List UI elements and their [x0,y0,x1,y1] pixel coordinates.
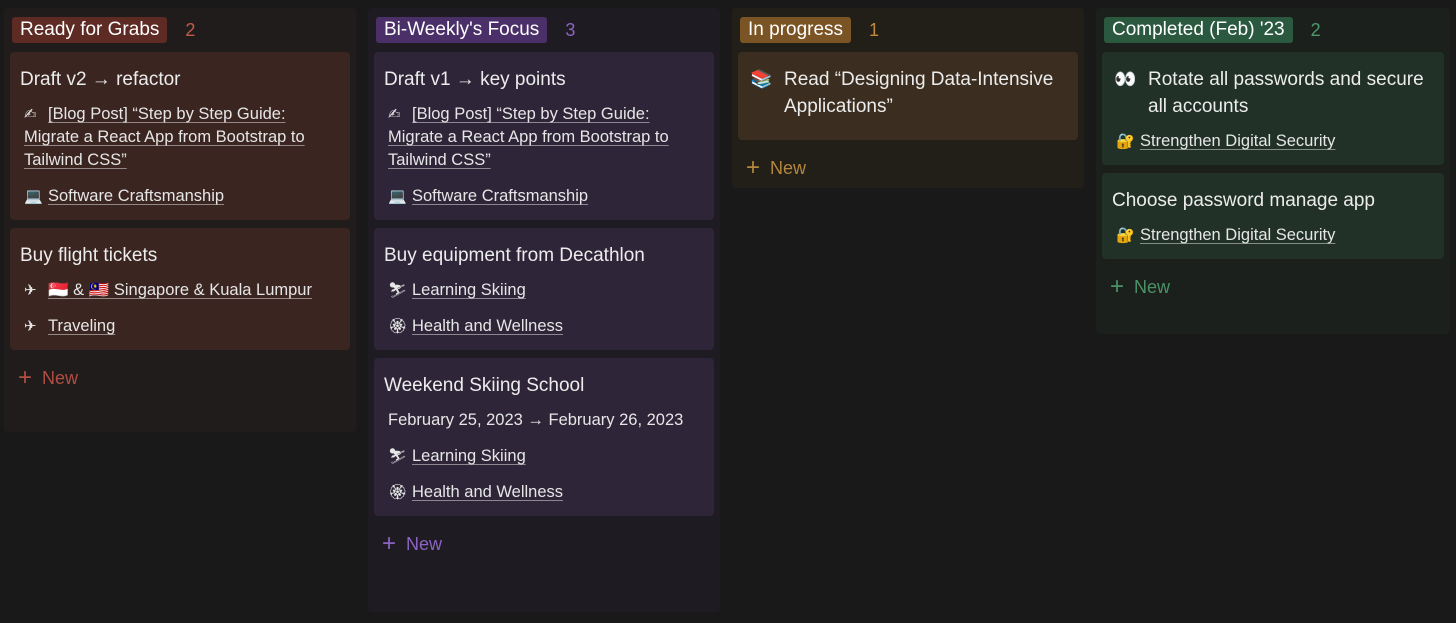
writing-hand-icon: ✍ [24,105,37,123]
card-relation[interactable]: ⛷ Learning Skiing [388,445,704,468]
relation-label: Strengthen Digital Security [1140,132,1336,150]
plus-icon: + [1110,273,1125,300]
new-label: New [406,533,443,554]
card-relation[interactable]: ✈ 🇸🇬 & 🇲🇾 Singapore & Kuala Lumpur [24,279,340,302]
card-relation[interactable]: ✍ [Blog Post] “Step by Step Guide: Migrat… [24,103,340,172]
column-in-progress: In progress 1 📚 Read “Designing Data-Int… [732,8,1084,188]
card-title: Draft v2 → refactor [20,69,181,90]
airplane-icon: ✈ [24,317,37,335]
relation-label: Health and Wellness [412,483,564,501]
card-weekend-skiing-school[interactable]: Weekend Skiing School February 25, 2023 … [374,358,714,516]
card-title: Weekend Skiing School [384,375,585,396]
relation-label: 🇸🇬 & 🇲🇾 Singapore & Kuala Lumpur [48,281,312,299]
kanban-board: Ready for Grabs 2 Draft v2 → refactor ✍[… [0,0,1456,623]
column-count: 2 [1310,19,1321,40]
card-relation[interactable]: 💻 Software Craftsmanship [24,185,340,208]
plus-icon: + [18,364,33,391]
relation-label: Health and Wellness [412,317,564,335]
card-buy-equipment[interactable]: Buy equipment from Decathlon ⛷ Learning S… [374,228,714,350]
card-buy-flight-tickets[interactable]: Buy flight tickets ✈ 🇸🇬 & 🇲🇾 Singapore & … [10,228,350,350]
new-label: New [42,367,79,388]
column-header: Bi-Weekly's Focus 3 [374,8,714,52]
card-relation[interactable]: ✍ [Blog Post] “Step by Step Guide: Migrat… [388,103,704,172]
plus-icon: + [746,154,761,181]
relation-label: Traveling [48,317,116,335]
column-status-tag[interactable]: Completed (Feb) '23 [1104,17,1293,43]
relation-label: [Blog Post] “Step by Step Guide: Migrate… [388,105,669,169]
writing-hand-icon: ✍ [388,105,401,123]
relation-label: Learning Skiing [412,281,526,299]
rosette-icon: 🏵 [388,483,408,501]
card-title: Buy equipment from Decathlon [384,245,645,266]
column-ready-for-grabs: Ready for Grabs 2 Draft v2 → refactor ✍[… [4,8,356,432]
card-draft-v2[interactable]: Draft v2 → refactor ✍ [Blog Post] “Step b… [10,52,350,220]
card-title: Draft v1 → key points [384,69,566,90]
card-relation[interactable]: ⛷ Learning Skiing [388,279,704,302]
card-relation[interactable]: ✈ Traveling [24,315,340,338]
laptop-icon: 💻 [24,187,43,205]
card-date-range: February 25, 2023 → February 26, 2023 [388,409,704,432]
column-status-tag[interactable]: Ready for Grabs [12,17,168,43]
lock-with-key-icon: 🔐 [1116,226,1135,244]
card-relation[interactable]: 🏵 Health and Wellness [388,481,704,504]
column-count: 1 [869,19,880,40]
card-relation[interactable]: 🔐 Strengthen Digital Security [1116,130,1434,153]
card-relation[interactable]: 💻 Software Craftsmanship [388,185,704,208]
relation-label: [Blog Post] “Step by Step Guide: Migrate… [24,105,305,169]
new-card-button[interactable]: + New [738,148,1078,188]
column-header: Ready for Grabs 2 [10,8,350,52]
column-header: Completed (Feb) '23 2 [1102,8,1444,52]
relation-label: Learning Skiing [412,447,526,465]
relation-label: Software Craftsmanship [412,187,589,205]
card-choose-password-manager[interactable]: Choose password manage app 🔐 Strengthen D… [1102,173,1444,259]
card-draft-v1[interactable]: Draft v1 → key points ✍ [Blog Post] “Step… [374,52,714,220]
skier-icon: ⛷ [388,447,408,465]
new-label: New [1134,276,1171,297]
lock-with-key-icon: 🔐 [1116,132,1135,150]
rosette-icon: 🏵 [388,317,408,335]
card-rotate-passwords[interactable]: 👀 Rotate all passwords and secure all ac… [1102,52,1444,165]
card-relation[interactable]: 🏵 Health and Wellness [388,315,704,338]
new-label: New [770,157,807,178]
column-completed: Completed (Feb) '23 2 👀 Rotate all passw… [1096,8,1450,334]
new-card-button[interactable]: + New [1102,267,1444,307]
card-title-text: Rotate all passwords and secure all acco… [1148,69,1424,117]
card-read-ddia[interactable]: 📚 Read “Designing Data-Intensive Applica… [738,52,1078,140]
airplane-icon: ✈ [24,281,37,299]
new-card-button[interactable]: + New [374,524,714,564]
column-status-tag[interactable]: In progress [740,17,852,43]
plus-icon: + [382,530,397,557]
eyes-icon: 👀 [1114,69,1137,90]
date-range-text: February 25, 2023 → February 26, 2023 [388,411,684,429]
relation-label: Strengthen Digital Security [1140,226,1336,244]
books-icon: 📚 [750,69,773,90]
column-status-tag[interactable]: Bi-Weekly's Focus [376,17,548,43]
card-title: Buy flight tickets [20,245,158,266]
column-count: 3 [565,19,576,40]
laptop-icon: 💻 [388,187,407,205]
card-title: Choose password manage app [1112,190,1376,211]
card-relation[interactable]: 🔐 Strengthen Digital Security [1116,224,1434,247]
new-card-button[interactable]: + New [10,358,350,398]
column-count: 2 [185,19,196,40]
column-header: In progress 1 [738,8,1078,52]
card-title: 📚 Read “Designing Data-Intensive Applica… [748,66,1068,120]
card-title: 👀 Rotate all passwords and secure all ac… [1112,66,1434,120]
skier-icon: ⛷ [388,281,408,299]
card-title-text: Read “Designing Data-Intensive Applicati… [784,69,1054,117]
column-bi-weekly-focus: Bi-Weekly's Focus 3 Draft v1 → key point… [368,8,720,612]
relation-label: Software Craftsmanship [48,187,225,205]
